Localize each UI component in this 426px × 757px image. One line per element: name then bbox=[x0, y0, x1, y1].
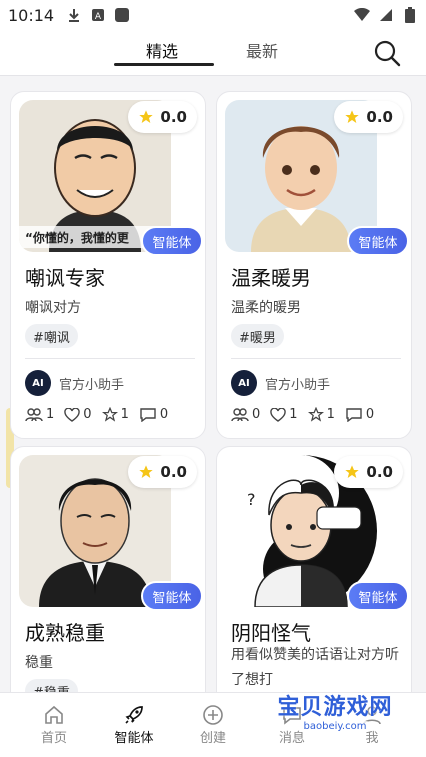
app-square-icon bbox=[114, 7, 130, 23]
author-row[interactable]: AI 官方小助手 bbox=[25, 370, 124, 396]
nav-label: 首页 bbox=[40, 731, 67, 746]
stats-row: 0 1 1 0 bbox=[231, 407, 374, 422]
star-icon bbox=[139, 465, 154, 478]
stars-count: 1 bbox=[120, 407, 129, 422]
rocket-icon bbox=[104, 703, 164, 727]
rating-badge: 0.0 bbox=[128, 456, 197, 488]
download-icon bbox=[66, 7, 82, 23]
comments-count: 0 bbox=[365, 407, 375, 422]
like-stat[interactable]: 0 bbox=[64, 407, 92, 422]
star-outline-icon bbox=[101, 407, 118, 422]
hashtag-chip[interactable]: #嘲讽 bbox=[25, 324, 78, 348]
agent-title: 嘲讽专家 bbox=[25, 266, 105, 290]
favorite-stat[interactable]: 1 bbox=[101, 407, 129, 422]
watermark-url: baobeiy.com bbox=[299, 720, 371, 732]
status-bar: 10:14 A bbox=[0, 0, 426, 30]
avatar: AI bbox=[231, 370, 257, 396]
star-icon bbox=[345, 110, 360, 123]
agent-card[interactable]: 0.0 智能体 温柔暖男 温柔的暖男 #暖男 AI 官方小助手 0 1 1 0 bbox=[216, 91, 412, 439]
agent-description: 稳重 bbox=[25, 655, 53, 671]
author-row[interactable]: AI 官方小助手 bbox=[231, 370, 330, 396]
heart-icon bbox=[270, 407, 287, 422]
hashtag-chip[interactable]: #暖男 bbox=[231, 324, 284, 348]
nav-home[interactable]: 首页 bbox=[24, 703, 84, 746]
nav-label: 创建 bbox=[199, 731, 226, 746]
author-name: 官方小助手 bbox=[265, 377, 331, 393]
agent-title: 温柔暖男 bbox=[231, 266, 311, 290]
divider bbox=[231, 358, 401, 359]
wifi-icon bbox=[354, 7, 370, 23]
rating-badge: 0.0 bbox=[334, 101, 403, 133]
tab-featured[interactable]: 精选 bbox=[146, 38, 178, 62]
divider bbox=[25, 358, 195, 359]
avatar: AI bbox=[25, 370, 51, 396]
search-button[interactable] bbox=[372, 38, 402, 68]
author-name: 官方小助手 bbox=[59, 377, 125, 393]
battery-icon bbox=[402, 7, 418, 23]
users-stat: 1 bbox=[25, 407, 54, 422]
home-icon bbox=[24, 703, 84, 727]
nav-agents[interactable]: 智能体 bbox=[104, 703, 164, 746]
users-icon bbox=[25, 407, 43, 421]
comment-stat[interactable]: 0 bbox=[139, 407, 168, 422]
likes-count: 0 bbox=[83, 407, 92, 422]
nav-create[interactable]: 创建 bbox=[183, 703, 243, 746]
agent-title: 阴阳怪气 bbox=[231, 621, 311, 645]
comments-count: 0 bbox=[159, 407, 169, 422]
status-time: 10:14 bbox=[8, 5, 55, 25]
app-a-icon: A bbox=[90, 7, 106, 23]
agent-type-badge: 智能体 bbox=[141, 581, 203, 611]
rating-value: 0.0 bbox=[366, 463, 393, 481]
users-count: 0 bbox=[252, 407, 261, 422]
rating-value: 0.0 bbox=[160, 463, 187, 481]
star-icon bbox=[345, 465, 360, 478]
agent-card[interactable]: “你懂的，我懂的更 0.0 智能体 嘲讽专家 嘲讽对方 #嘲讽 AI 官方小助手… bbox=[10, 91, 206, 439]
favorite-stat[interactable]: 1 bbox=[307, 407, 335, 422]
agent-description: 温柔的暖男 bbox=[231, 300, 301, 316]
agent-title: 成熟稳重 bbox=[25, 621, 105, 645]
agent-type-badge: 智能体 bbox=[347, 581, 409, 611]
rating-value: 0.0 bbox=[160, 108, 187, 126]
tab-latest[interactable]: 最新 bbox=[246, 38, 278, 62]
image-caption: “你懂的，我懂的更 bbox=[25, 230, 130, 245]
tab-active-indicator bbox=[114, 63, 214, 66]
signal-icon bbox=[378, 7, 394, 23]
rating-badge: 0.0 bbox=[128, 101, 197, 133]
comment-icon bbox=[140, 408, 156, 422]
svg-text:?: ? bbox=[247, 490, 256, 509]
comment-icon bbox=[346, 408, 362, 422]
stats-row: 1 0 1 0 bbox=[25, 407, 168, 422]
svg-text:A: A bbox=[95, 12, 102, 22]
users-icon bbox=[231, 407, 249, 421]
nav-label: 智能体 bbox=[114, 731, 154, 746]
watermark-logo: 宝贝游戏网 baobeiy.com bbox=[250, 680, 420, 740]
agent-type-badge: 智能体 bbox=[141, 226, 203, 256]
agent-description: 嘲讽对方 bbox=[25, 300, 81, 316]
star-outline-icon bbox=[307, 407, 324, 422]
comment-stat[interactable]: 0 bbox=[345, 407, 374, 422]
plus-circle-icon bbox=[183, 703, 243, 727]
watermark-text: 宝贝游戏网 bbox=[277, 694, 393, 720]
heart-icon bbox=[64, 407, 81, 422]
search-icon bbox=[374, 40, 401, 67]
top-nav: 精选 最新 bbox=[0, 30, 426, 76]
star-icon bbox=[139, 110, 154, 123]
agent-type-badge: 智能体 bbox=[347, 226, 409, 256]
like-stat[interactable]: 1 bbox=[270, 407, 298, 422]
likes-count: 1 bbox=[289, 407, 298, 422]
rating-badge: 0.0 bbox=[334, 456, 403, 488]
stars-count: 1 bbox=[326, 407, 335, 422]
users-stat: 0 bbox=[231, 407, 260, 422]
rating-value: 0.0 bbox=[366, 108, 393, 126]
users-count: 1 bbox=[46, 407, 55, 422]
